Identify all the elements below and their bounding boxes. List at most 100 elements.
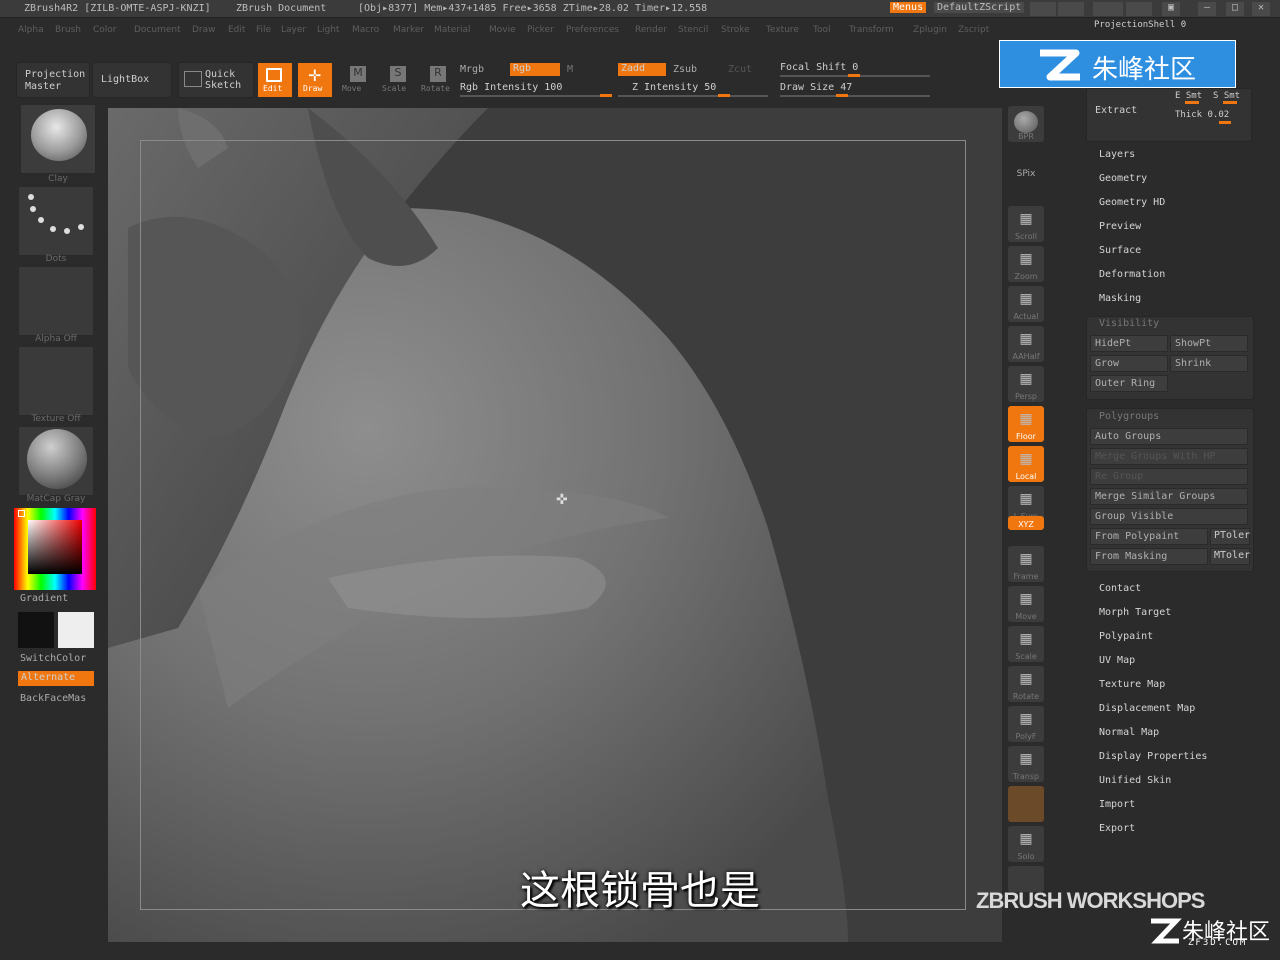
menu-contact[interactable]: Contact <box>1099 583 1141 594</box>
btn-grow[interactable]: Grow <box>1090 355 1168 372</box>
menu-stencil[interactable]: Stencil <box>678 25 708 35</box>
switch-color-button[interactable]: SwitchColor <box>20 653 86 664</box>
draw-size-slider[interactable]: Draw Size 47 <box>780 82 852 93</box>
move-button[interactable]: M Move <box>340 63 370 97</box>
m-button[interactable]: M <box>567 64 573 75</box>
menu-marker[interactable]: Marker <box>393 25 424 35</box>
btn-merge-similar-groups[interactable]: Merge Similar Groups <box>1090 488 1248 505</box>
menu-document[interactable]: Document <box>134 25 181 35</box>
menu-layer[interactable]: Layer <box>281 25 306 35</box>
menu-zplugin[interactable]: Zplugin <box>913 25 947 35</box>
btn-auto-groups[interactable]: Auto Groups <box>1090 428 1248 445</box>
projection-master-button[interactable]: Projection Master <box>16 62 90 98</box>
e-smt-slider[interactable]: E Smt <box>1175 91 1202 101</box>
draw-size-track[interactable] <box>780 95 930 97</box>
btn-ptoler[interactable]: PToler <box>1210 528 1250 545</box>
menu-layers[interactable]: Layers <box>1099 149 1135 160</box>
rgb-intensity-knob[interactable] <box>600 94 612 97</box>
menu-transform[interactable]: Transform <box>849 25 894 35</box>
shelf-polyf-button[interactable]: ▦ PolyF <box>1008 706 1044 742</box>
menu-tool[interactable]: Tool <box>813 25 830 35</box>
rgb-button[interactable]: Rgb <box>510 63 560 76</box>
polygroups-header[interactable]: Polygroups <box>1099 411 1159 422</box>
thick-knob[interactable] <box>1219 121 1231 124</box>
stroke-selector[interactable] <box>18 186 94 256</box>
menu-movie[interactable]: Movie <box>489 25 516 35</box>
menu-deformation[interactable]: Deformation <box>1099 269 1165 280</box>
shelf-transp-button[interactable]: ▦ Transp <box>1008 746 1044 782</box>
focal-shift-slider[interactable]: Focal Shift 0 <box>780 62 858 73</box>
backface-mask-button[interactable]: BackFaceMas <box>20 693 86 704</box>
btn-mtoler[interactable]: MToler <box>1210 548 1250 565</box>
arrows-icon[interactable] <box>1030 2 1056 16</box>
shelf-aahalf-button[interactable]: ▦ AAHalf <box>1008 326 1044 362</box>
canvas-viewport[interactable] <box>108 108 1002 942</box>
shelf-local-button[interactable]: ▦ Local <box>1008 446 1044 482</box>
menu-morph-target[interactable]: Morph Target <box>1099 607 1171 618</box>
menu-texture[interactable]: Texture <box>766 25 799 35</box>
menu-stroke[interactable]: Stroke <box>721 25 750 35</box>
shelf-scale-button[interactable]: ▦ Scale <box>1008 626 1044 662</box>
btn-shrink[interactable]: Shrink <box>1170 355 1248 372</box>
brush-selector[interactable] <box>20 104 96 174</box>
projection-shell-slider[interactable]: ProjectionShell 0 <box>1094 20 1186 30</box>
btn-hidept[interactable]: HidePt <box>1090 335 1168 352</box>
menus-button[interactable]: Menus <box>890 2 927 13</box>
menu-color[interactable]: Color <box>93 25 117 35</box>
edit-button[interactable]: Edit <box>258 63 292 97</box>
shelf-scroll-button[interactable]: ▦ Scroll <box>1008 206 1044 242</box>
shelf-frame-button[interactable]: ▦ Frame <box>1008 546 1044 582</box>
scale-button[interactable]: S Scale <box>380 63 410 97</box>
script-button[interactable]: DefaultZScript <box>934 2 1025 13</box>
quick-sketch-button[interactable]: Quick Sketch <box>178 62 254 98</box>
btn-merge-groups-with-hp[interactable]: Merge Groups With HP <box>1090 448 1248 465</box>
zadd-button[interactable]: Zadd <box>618 63 666 76</box>
maximize-icon[interactable]: □ <box>1226 2 1244 16</box>
z-intensity-slider[interactable]: Z Intensity 50 <box>632 82 716 93</box>
mrgb-button[interactable]: Mrgb <box>460 64 484 75</box>
rotate-button[interactable]: R Rotate <box>420 63 454 97</box>
menu-preferences[interactable]: Preferences <box>566 25 619 35</box>
shelf-move-button[interactable]: ▦ Move <box>1008 586 1044 622</box>
btn-group-visible[interactable]: Group Visible <box>1090 508 1248 525</box>
visibility-header[interactable]: Visibility <box>1099 318 1159 329</box>
z-intensity-track[interactable] <box>618 95 768 97</box>
menu-material[interactable]: Material <box>434 25 471 35</box>
menu-display-properties[interactable]: Display Properties <box>1099 751 1207 762</box>
menu-unified-skin[interactable]: Unified Skin <box>1099 775 1171 786</box>
menu-preview[interactable]: Preview <box>1099 221 1141 232</box>
color-picker[interactable] <box>14 508 96 590</box>
main-color-swatch[interactable] <box>18 612 54 648</box>
alternate-button[interactable]: Alternate <box>18 671 94 686</box>
menu-uv-map[interactable]: UV Map <box>1099 655 1135 666</box>
shelf-disabled-button[interactable] <box>1008 786 1044 822</box>
btn-from-masking[interactable]: From Masking <box>1090 548 1208 565</box>
menu-displacement-map[interactable]: Displacement Map <box>1099 703 1195 714</box>
menu-alpha[interactable]: Alpha <box>18 25 44 35</box>
arrows-icon[interactable] <box>1058 2 1084 16</box>
zcut-button[interactable]: Zcut <box>728 64 752 75</box>
close-icon[interactable]: ✕ <box>1252 2 1270 16</box>
menu-polypaint[interactable]: Polypaint <box>1099 631 1153 642</box>
s-smt-knob[interactable] <box>1223 101 1237 104</box>
menu-masking[interactable]: Masking <box>1099 293 1141 304</box>
focal-shift-knob[interactable] <box>848 74 860 77</box>
shelf-solo-button[interactable]: ▦ Solo <box>1008 826 1044 862</box>
menu-draw[interactable]: Draw <box>192 25 216 35</box>
menu-normal-map[interactable]: Normal Map <box>1099 727 1159 738</box>
menu-geometry[interactable]: Geometry <box>1099 173 1147 184</box>
e-smt-knob[interactable] <box>1185 101 1199 104</box>
shelf-actual-button[interactable]: ▦ Actual <box>1008 286 1044 322</box>
zsub-button[interactable]: Zsub <box>673 64 697 75</box>
menu-brush[interactable]: Brush <box>55 25 81 35</box>
shelf-rotate-button[interactable]: ▦ Rotate <box>1008 666 1044 702</box>
gradient-button[interactable]: Gradient <box>20 593 68 604</box>
menu-file[interactable]: File <box>256 25 271 35</box>
menu-picker[interactable]: Picker <box>527 25 554 35</box>
lightbox-button[interactable]: LightBox <box>92 62 172 98</box>
menu-surface[interactable]: Surface <box>1099 245 1141 256</box>
shelf-xyz-button[interactable]: XYZ <box>1008 516 1044 530</box>
z-intensity-knob[interactable] <box>718 94 730 97</box>
menu-texture-map[interactable]: Texture Map <box>1099 679 1165 690</box>
btn-outer-ring[interactable]: Outer Ring <box>1090 375 1168 392</box>
